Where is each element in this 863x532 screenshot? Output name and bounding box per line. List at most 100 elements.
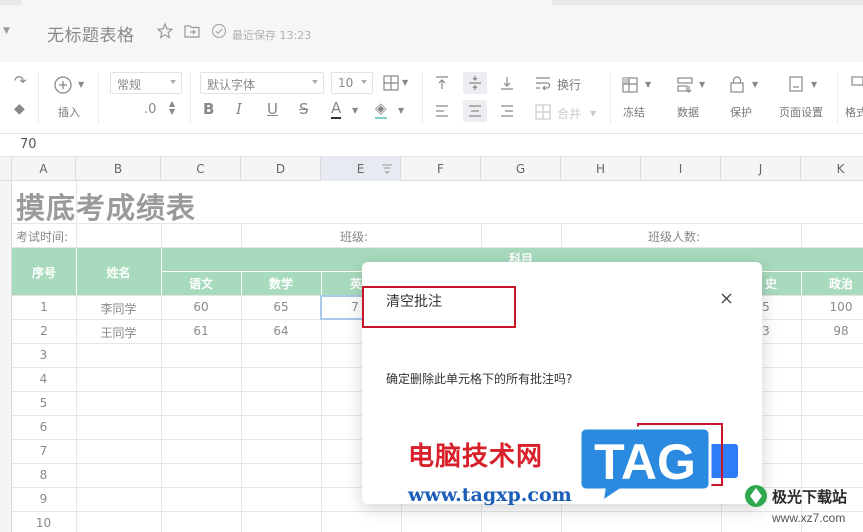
redo-icon[interactable]: ↷ xyxy=(14,74,27,89)
insert-plus-icon[interactable] xyxy=(52,74,74,96)
align-top-icon[interactable] xyxy=(434,75,450,91)
wrap-text-label[interactable]: 换行 xyxy=(557,76,581,93)
clear-format-icon[interactable]: ◆ xyxy=(14,102,25,116)
cell-name[interactable]: 李同学 xyxy=(76,300,161,317)
underline-icon[interactable]: U xyxy=(267,102,278,117)
align-center-icon[interactable] xyxy=(467,103,483,119)
align-bottom-icon[interactable] xyxy=(499,75,515,91)
column-header-b[interactable]: B xyxy=(76,157,161,181)
header-chinese[interactable]: 语文 xyxy=(161,275,241,292)
page-setup-icon[interactable] xyxy=(788,75,804,93)
column-header-h[interactable]: H xyxy=(561,157,641,181)
move-to-folder-icon[interactable] xyxy=(183,22,201,40)
cell-seq[interactable]: 2 xyxy=(12,324,76,338)
toolbar: ↷ ◆ ▼ 插入 常规 .0 ▲ ▼ 默认字体 10 ▼ B I U S A ▼ … xyxy=(0,62,863,134)
cell-math[interactable]: 64 xyxy=(241,324,321,338)
freeze-dropdown-icon[interactable]: ▼ xyxy=(645,81,651,89)
title-highlight-box xyxy=(362,286,516,328)
data-dropdown-icon[interactable]: ▼ xyxy=(699,81,705,89)
font-size-value: 10 xyxy=(338,76,354,90)
font-size-select[interactable]: 10 xyxy=(331,72,373,94)
number-format-value: 常规 xyxy=(117,78,142,92)
class-label[interactable]: 班级: xyxy=(340,228,368,245)
close-icon[interactable] xyxy=(720,292,733,305)
header-seq[interactable]: 序号 xyxy=(12,264,76,281)
font-family-value: 默认字体 xyxy=(207,78,256,92)
merge-cells-label[interactable]: 合并 xyxy=(557,105,581,122)
formula-value[interactable]: 70 xyxy=(20,137,37,152)
star-icon[interactable] xyxy=(156,22,174,40)
row-number: 8 xyxy=(39,468,48,482)
data-label[interactable]: 数据 xyxy=(677,104,699,120)
fill-color-icon[interactable]: ◈ xyxy=(375,101,387,119)
italic-icon[interactable]: I xyxy=(236,102,242,117)
cell-chinese[interactable]: 61 xyxy=(161,324,241,338)
document-title[interactable]: 无标题表格 xyxy=(47,21,135,46)
column-filter-icon[interactable] xyxy=(381,163,393,175)
wrap-text-icon[interactable] xyxy=(534,74,552,92)
column-header-g[interactable]: G xyxy=(481,157,561,181)
row-number: 3 xyxy=(39,348,48,362)
row-number: 5 xyxy=(39,396,48,410)
align-middle-icon[interactable] xyxy=(467,75,483,91)
exam-time-label[interactable]: 考试时间: xyxy=(16,228,68,245)
column-header-d[interactable]: D xyxy=(241,157,321,181)
strikethrough-icon[interactable]: S xyxy=(299,102,309,117)
insert-dropdown-icon[interactable]: ▼ xyxy=(78,81,84,89)
align-left-icon[interactable] xyxy=(434,103,450,119)
sheet-title[interactable]: 摸底考成绩表 xyxy=(16,185,196,227)
cell-seq[interactable]: 1 xyxy=(12,300,76,314)
align-right-icon[interactable] xyxy=(499,103,515,119)
cell-politics[interactable]: 100 xyxy=(801,300,863,314)
page-setup-label[interactable]: 页面设置 xyxy=(779,104,823,120)
borders-dropdown-icon[interactable]: ▼ xyxy=(402,79,408,87)
data-icon[interactable] xyxy=(676,76,694,94)
column-header-k[interactable]: K xyxy=(801,157,863,181)
insert-label[interactable]: 插入 xyxy=(58,104,80,120)
header-name[interactable]: 姓名 xyxy=(76,264,161,281)
cell-chinese[interactable]: 60 xyxy=(161,300,241,314)
row-number: 7 xyxy=(39,444,48,458)
column-header-j[interactable]: J xyxy=(721,157,801,181)
number-format-select[interactable]: 常规 xyxy=(110,72,182,94)
font-color-dropdown-icon[interactable]: ▼ xyxy=(352,107,358,115)
format-label[interactable]: 格式 xyxy=(845,104,863,120)
borders-icon[interactable] xyxy=(382,74,400,92)
protect-label[interactable]: 保护 xyxy=(730,104,752,120)
page-setup-dropdown-icon[interactable]: ▼ xyxy=(811,81,817,89)
lock-icon[interactable] xyxy=(729,75,745,93)
freeze-label[interactable]: 冻结 xyxy=(623,104,645,120)
save-status: 最近保存 13:23 xyxy=(232,29,312,42)
format-painter-icon[interactable] xyxy=(850,75,863,93)
header-politics[interactable]: 政治 xyxy=(801,275,863,292)
class-size-label[interactable]: 班级人数: xyxy=(648,228,700,245)
cell-name[interactable]: 王同学 xyxy=(76,324,161,341)
site-logo-url: www.xz7.com xyxy=(771,511,845,525)
freeze-icon[interactable] xyxy=(621,76,639,94)
watermark-url: www.tagxp.com xyxy=(408,484,572,506)
column-header-f[interactable]: F xyxy=(401,157,481,181)
cell-math[interactable]: 65 xyxy=(241,300,321,314)
active-tab[interactable] xyxy=(22,0,552,5)
protect-dropdown-icon[interactable]: ▼ xyxy=(752,81,758,89)
row-headers xyxy=(0,181,12,532)
row-number: 6 xyxy=(39,420,48,434)
formula-bar[interactable]: 70 xyxy=(0,134,863,157)
merge-dropdown-icon[interactable]: ▼ xyxy=(590,110,596,118)
font-color-icon[interactable]: A xyxy=(331,101,342,119)
site-logo-name: 极光下载站 xyxy=(772,488,847,506)
select-all-corner[interactable] xyxy=(0,157,12,181)
column-header-a[interactable]: A xyxy=(12,157,76,181)
column-header-c[interactable]: C xyxy=(161,157,241,181)
header-math[interactable]: 数学 xyxy=(241,275,321,292)
font-family-select[interactable]: 默认字体 xyxy=(200,72,324,94)
merge-cells-icon[interactable] xyxy=(534,103,552,121)
fill-color-dropdown-icon[interactable]: ▼ xyxy=(398,107,404,115)
column-header-i[interactable]: I xyxy=(641,157,721,181)
bold-icon[interactable]: B xyxy=(203,102,214,117)
saved-check-icon xyxy=(211,23,227,39)
cell-politics[interactable]: 98 xyxy=(801,324,863,338)
decimal-stepper-icon[interactable]: ▲ ▼ xyxy=(169,100,175,116)
decimal-places-value: .0 xyxy=(144,102,157,117)
menu-dropdown-icon[interactable]: ▼ xyxy=(3,26,10,36)
